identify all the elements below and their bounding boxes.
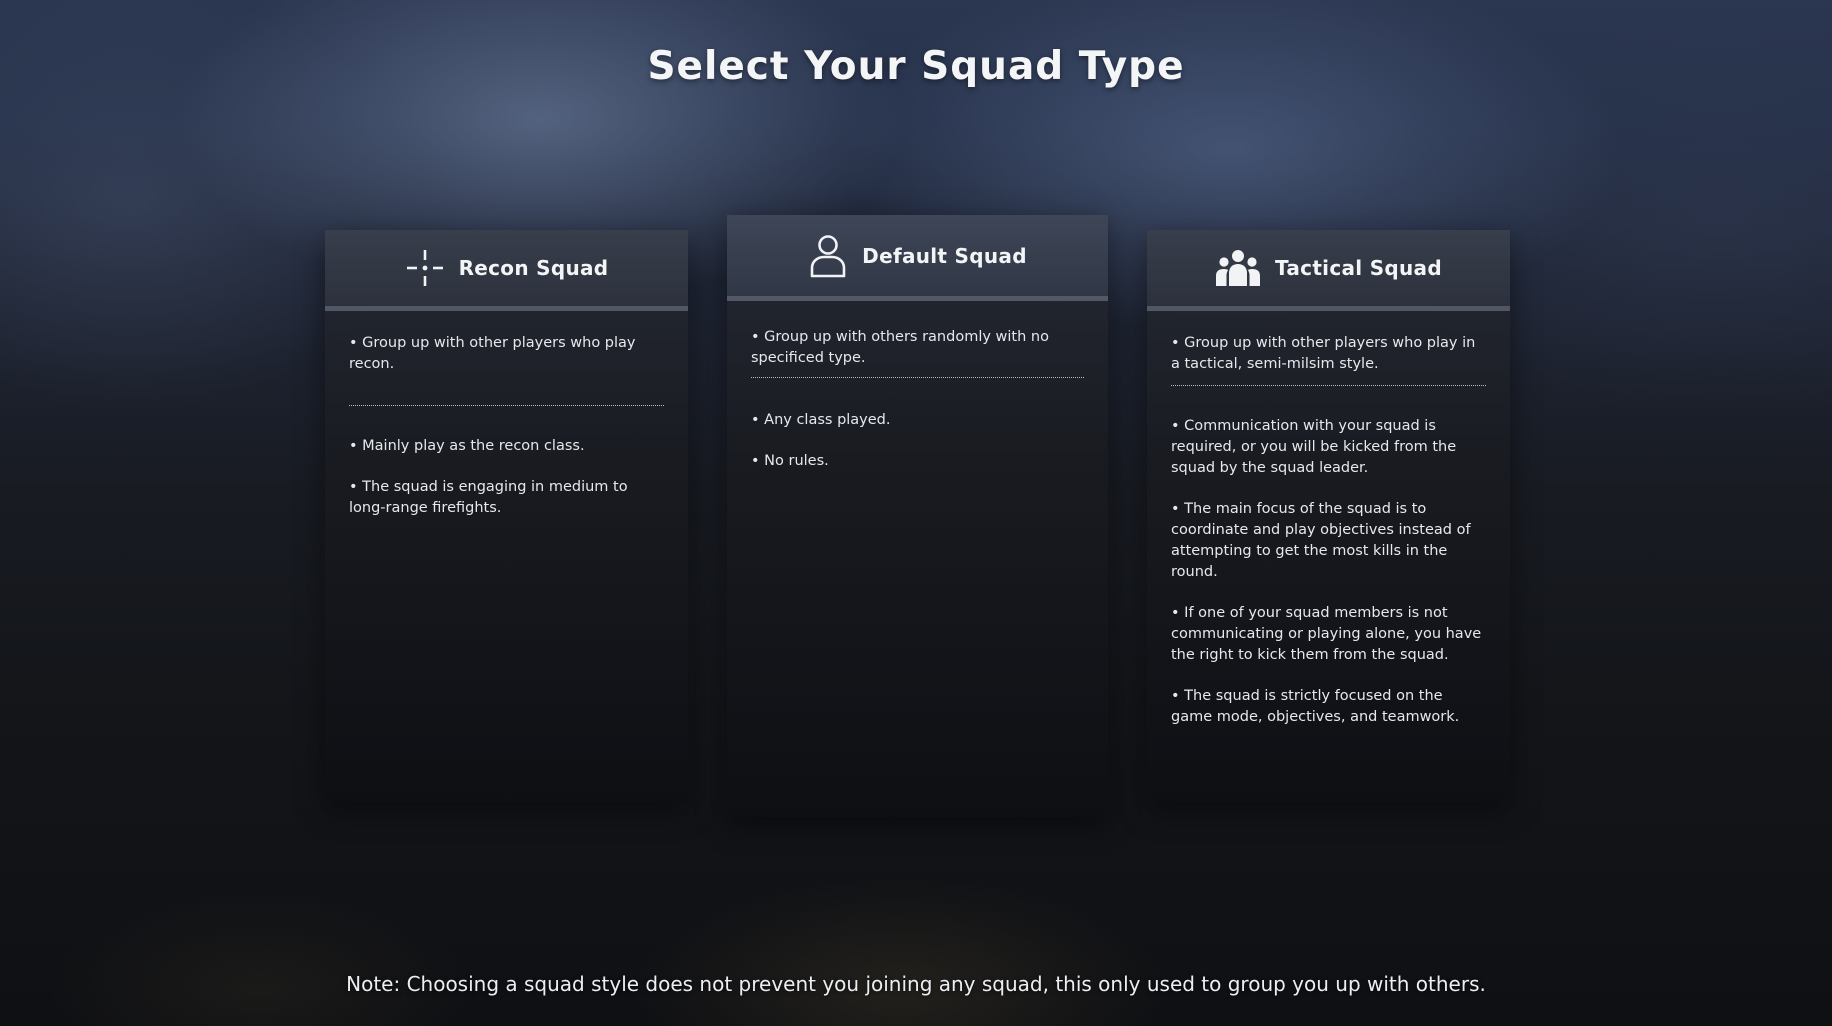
default-squad-card[interactable]: Default Squad • Group up with others ran… [727, 215, 1108, 817]
crosshair-icon [405, 248, 445, 288]
recon-bullet-2: • The squad is engaging in medium to lon… [349, 479, 628, 516]
tactical-squad-header[interactable]: Tactical Squad [1147, 230, 1510, 311]
tactical-squad-description: • Group up with other players who play i… [1147, 311, 1510, 768]
recon-squad-description: • Group up with other players who play r… [325, 311, 688, 559]
tactical-divider [1171, 385, 1486, 386]
default-squad-description: • Group up with others randomly with no … [727, 301, 1108, 512]
default-squad-title: Default Squad [862, 243, 1027, 268]
person-icon [808, 232, 848, 280]
tactical-squad-title: Tactical Squad [1275, 256, 1442, 280]
tactical-bullet-4: • The squad is strictly focused on the g… [1171, 688, 1460, 725]
tactical-bullet-3: • If one of your squad members is not co… [1171, 605, 1482, 663]
footer-note: Note: Choosing a squad style does not pr… [346, 972, 1486, 996]
default-bullet-2: • No rules. [751, 453, 829, 469]
recon-intro: • Group up with other players who play r… [349, 335, 636, 372]
tactical-squad-card[interactable]: Tactical Squad • Group up with other pla… [1147, 230, 1510, 802]
default-intro: • Group up with others randomly with no … [751, 329, 1049, 366]
default-squad-header[interactable]: Default Squad [727, 215, 1108, 301]
recon-squad-title: Recon Squad [458, 256, 609, 280]
recon-squad-card[interactable]: Recon Squad • Group up with other player… [325, 230, 688, 802]
tactical-bullet-2: • The main focus of the squad is to coor… [1171, 501, 1471, 580]
recon-squad-header[interactable]: Recon Squad [325, 230, 688, 311]
page-title: Select Your Squad Type [647, 44, 1185, 89]
tactical-bullet-1: • Communication with your squad is requi… [1171, 418, 1457, 476]
recon-bullet-1: • Mainly play as the recon class. [349, 438, 585, 454]
squad-select-screen: Select Your Squad Type Recon Squad • Gro… [0, 0, 1832, 1026]
default-divider [751, 377, 1084, 378]
group-icon [1215, 248, 1261, 288]
default-bullet-1: • Any class played. [751, 412, 891, 428]
tactical-intro: • Group up with other players who play i… [1171, 335, 1476, 372]
recon-divider [349, 405, 664, 406]
